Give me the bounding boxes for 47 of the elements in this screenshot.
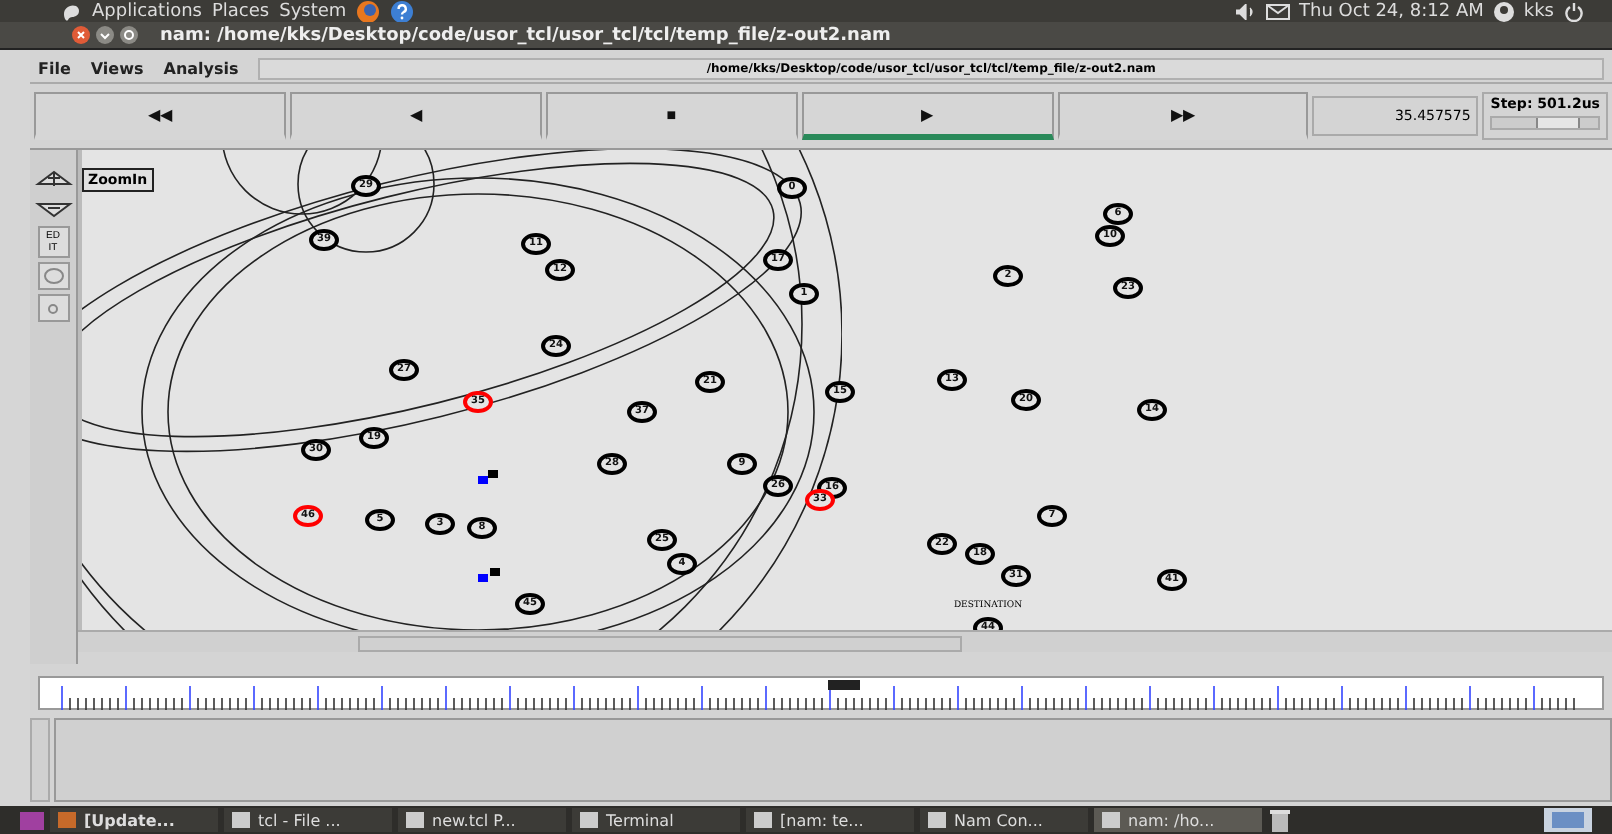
- window-icon: [754, 812, 772, 828]
- user-name[interactable]: kks: [1523, 1, 1554, 21]
- clock[interactable]: Thu Oct 24, 8:12 AM: [1299, 1, 1484, 21]
- horizontal-scrollbar[interactable]: [78, 630, 1612, 652]
- show-desktop-icon[interactable]: [20, 811, 44, 829]
- close-icon[interactable]: [72, 26, 90, 44]
- taskbar-item[interactable]: [Update...: [50, 808, 218, 832]
- panel-menu[interactable]: Applications: [92, 1, 202, 21]
- small-circle-button[interactable]: [37, 294, 69, 322]
- minimize-icon[interactable]: [96, 26, 114, 44]
- panel-menu[interactable]: System: [279, 1, 347, 21]
- power-icon[interactable]: [1564, 1, 1584, 21]
- workspace-switcher-icon[interactable]: [1544, 808, 1592, 832]
- window-icon: [928, 812, 946, 828]
- circle-button[interactable]: [37, 262, 69, 290]
- taskbar-item[interactable]: [nam: te...: [746, 808, 914, 832]
- menu-item[interactable]: File: [38, 59, 71, 77]
- timeline-slider[interactable]: [38, 676, 1604, 710]
- playback-button[interactable]: ▶: [801, 92, 1053, 140]
- playback-button[interactable]: ◀◀: [34, 92, 286, 140]
- timeline-thumb[interactable]: [828, 680, 861, 690]
- speaker-icon[interactable]: [1235, 3, 1256, 19]
- taskbar-item[interactable]: Terminal: [572, 808, 740, 832]
- envelope-icon[interactable]: [1265, 3, 1290, 19]
- playback-button[interactable]: ◀: [289, 92, 542, 140]
- playback-button[interactable]: ■: [545, 92, 798, 140]
- step-slider[interactable]: [1490, 116, 1600, 130]
- window-icon: [406, 812, 424, 828]
- taskbar-item[interactable]: new.tcl P...: [398, 808, 566, 832]
- taskbar-item[interactable]: tcl - File ...: [224, 808, 392, 832]
- window-icon: [580, 812, 598, 828]
- maximize-icon[interactable]: [120, 26, 138, 44]
- zoom-in-icon[interactable]: [33, 166, 73, 192]
- taskbar-item[interactable]: nam: /ho...: [1094, 808, 1262, 832]
- help-icon[interactable]: [390, 0, 415, 23]
- window-icon: [58, 812, 76, 828]
- step-slider-thumb[interactable]: [1535, 118, 1580, 128]
- vertical-scrollbar[interactable]: [30, 718, 50, 802]
- window-icon: [232, 812, 250, 828]
- menu-item[interactable]: Analysis: [163, 59, 239, 77]
- window-icon: [1102, 812, 1120, 828]
- menu-item[interactable]: Views: [90, 59, 144, 77]
- panel-menu[interactable]: Places: [211, 1, 270, 21]
- window-title: nam: /home/kks/Desktop/code/usor_tcl/usor_tcl/tcl/temp_file/z-out2.nam: [160, 25, 891, 45]
- trash-icon[interactable]: [1268, 808, 1292, 832]
- taskbar-item[interactable]: Nam Con...: [920, 808, 1088, 832]
- playback-button[interactable]: ▶▶: [1057, 92, 1309, 140]
